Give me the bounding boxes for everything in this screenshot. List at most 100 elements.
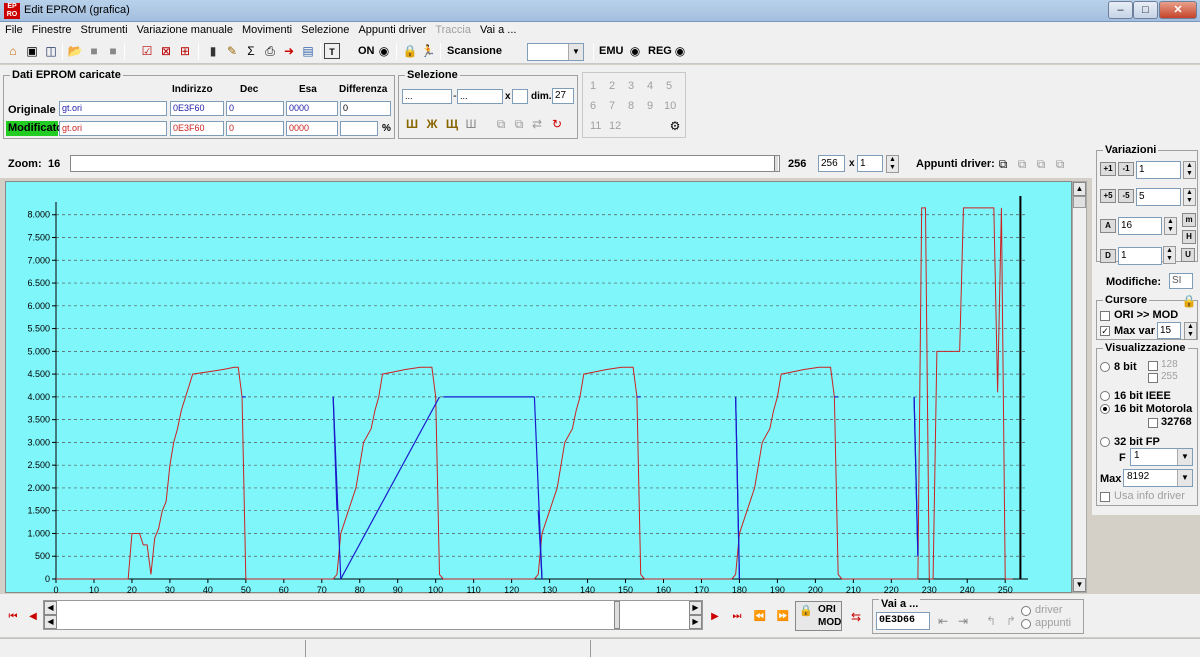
runner-icon[interactable]: 🏃 [420, 43, 436, 59]
originale-differenza-field[interactable]: 0 [340, 101, 391, 116]
bit8-radio[interactable] [1100, 362, 1110, 372]
select-left-icon[interactable]: Ш [404, 116, 420, 132]
hscroll-right-bottom-icon[interactable]: ▶ [689, 615, 702, 629]
num-11[interactable]: 11 [590, 120, 601, 132]
num-10[interactable]: 10 [664, 100, 676, 112]
menu-vai-a[interactable]: Vai a ... [475, 22, 520, 36]
hscroll-left-bottom-icon[interactable]: ◀ [44, 615, 57, 629]
maximize-button[interactable]: □ [1133, 1, 1158, 19]
select-h-icon[interactable]: Щ [444, 116, 460, 132]
opt32768-checkbox[interactable] [1148, 418, 1158, 428]
windows-icon[interactable]: ▣ [24, 43, 40, 59]
refresh-icon[interactable]: ↻ [549, 116, 565, 132]
variazione1-spinner[interactable]: ▲ ▼ [1183, 161, 1196, 179]
reg-icon[interactable]: ◉ [672, 43, 688, 59]
zoom-slider-thumb[interactable] [774, 156, 778, 171]
clip-paste-icon[interactable]: ⧉ [1014, 156, 1030, 172]
go-left-icon[interactable]: ⇤ [935, 613, 951, 629]
originale-dec-field[interactable]: 0 [226, 101, 284, 116]
swap-icon[interactable]: ⇆ [848, 609, 864, 625]
hscroll-thumb[interactable] [614, 601, 620, 629]
variazione4-field[interactable]: 1 [1118, 247, 1162, 265]
m-button[interactable]: m [1182, 213, 1196, 227]
minus5-button[interactable]: -5 [1118, 189, 1134, 203]
plot-area[interactable]: 0 500 1.000 1.500 2.000 2.500 3.000 3.500 4.000 4… [5, 181, 1072, 595]
select-clear-icon[interactable]: Ш [463, 116, 479, 132]
zoom-slider[interactable] [70, 155, 780, 172]
scan-select[interactable]: ▼ [527, 43, 584, 61]
max-var-spinner[interactable]: ▲ ▼ [1184, 322, 1197, 340]
plus1-button[interactable]: +1 [1100, 162, 1116, 176]
multiplier-field[interactable]: 1 [857, 155, 883, 172]
ieee-radio[interactable] [1100, 391, 1110, 401]
close-button[interactable]: ✕ [1159, 1, 1197, 19]
multiplier-spinner[interactable]: ▲ ▼ [886, 155, 899, 173]
scroll-up-icon[interactable]: ▲ [1073, 182, 1086, 196]
originale-file-field[interactable]: gt.ori [59, 101, 167, 116]
chip-icon[interactable]: ▮ [205, 43, 221, 59]
clip-merge-icon[interactable]: ⧉ [1033, 156, 1049, 172]
horizontal-scrollbar[interactable]: ◀ ◀ ▶ ▶ [43, 600, 703, 630]
calculator-icon[interactable]: ⚙ [667, 118, 683, 134]
select-cross-icon[interactable]: Ж [424, 116, 440, 132]
modificato-file-field[interactable]: gt.ori [59, 121, 167, 136]
originale-indirizzo-field[interactable]: 0E3F60 [170, 101, 224, 116]
open-folder-icon[interactable]: 📂 [67, 43, 83, 59]
scroll-thumb[interactable] [1073, 196, 1086, 208]
fp32-radio[interactable] [1100, 437, 1110, 447]
usa-info-checkbox[interactable] [1100, 492, 1110, 502]
menu-appunti-driver[interactable]: Appunti driver [353, 22, 430, 36]
appunti-radio[interactable] [1021, 619, 1031, 629]
selection-start-field[interactable]: ... [402, 89, 452, 104]
forward-icon[interactable]: ⏩ [775, 609, 791, 625]
a-button[interactable]: A [1100, 219, 1116, 233]
last-icon[interactable]: ⏭ [729, 609, 745, 625]
f-select[interactable]: 1 ▼ [1130, 448, 1193, 466]
h-button[interactable]: H [1182, 230, 1196, 244]
variazione3-spinner[interactable]: ▲ ▼ [1164, 217, 1177, 235]
target-icon[interactable]: ◉ [376, 43, 392, 59]
first-icon[interactable]: ⏮ [5, 609, 21, 625]
save-icon[interactable]: ■ [86, 43, 102, 59]
num-9[interactable]: 9 [647, 100, 653, 112]
menu-strumenti[interactable]: Strumenti [75, 22, 131, 36]
zoom-field[interactable]: 256 [818, 155, 845, 172]
menu-selezione[interactable]: Selezione [296, 22, 353, 36]
emu-icon[interactable]: ◉ [627, 43, 643, 59]
vai-a-field[interactable]: 0E3D66 [876, 612, 930, 630]
sum-icon[interactable]: Σ [243, 43, 259, 59]
vertical-scrollbar[interactable]: ▲ ▼ [1072, 181, 1087, 593]
opt128-checkbox[interactable] [1148, 361, 1158, 371]
originale-esa-field[interactable]: 0000 [286, 101, 338, 116]
num-1[interactable]: 1 [590, 80, 596, 92]
menu-finestre[interactable]: Finestre [27, 22, 76, 36]
scroll-down-icon[interactable]: ▼ [1073, 578, 1086, 592]
home-icon[interactable]: ⌂ [5, 43, 21, 59]
chart-icon[interactable]: ▤ [300, 43, 316, 59]
max-var-field[interactable]: 15 [1157, 322, 1181, 339]
swap-sel-icon[interactable]: ⇄ [529, 116, 545, 132]
arrow-icon[interactable]: ➜ [281, 43, 297, 59]
opt255-checkbox[interactable] [1148, 373, 1158, 383]
ori-mod-checkbox[interactable] [1100, 311, 1110, 321]
num-6[interactable]: 6 [590, 100, 596, 112]
lock-icon[interactable]: 🔒 [402, 43, 418, 59]
modificato-esa-field[interactable]: 0000 [286, 121, 338, 136]
plus5-button[interactable]: +5 [1100, 189, 1116, 203]
num-4[interactable]: 4 [647, 80, 653, 92]
num-2[interactable]: 2 [609, 80, 615, 92]
table-icon[interactable]: ⊞ [177, 43, 193, 59]
modificato-indirizzo-field[interactable]: 0E3F60 [170, 121, 224, 136]
variazione2-spinner[interactable]: ▲ ▼ [1183, 188, 1196, 206]
num-5[interactable]: 5 [666, 80, 672, 92]
num-3[interactable]: 3 [628, 80, 634, 92]
copy-sel-icon[interactable]: ⧉ [493, 116, 509, 132]
variazione3-field[interactable]: 16 [1118, 217, 1162, 235]
num-8[interactable]: 8 [628, 100, 634, 112]
rewind-icon[interactable]: ⏪ [752, 609, 768, 625]
motorola-radio[interactable] [1100, 404, 1110, 414]
cursor-lock-icon[interactable]: 🔒 [1181, 293, 1197, 309]
window-icon[interactable]: ◫ [43, 43, 59, 59]
paste-sel-icon[interactable]: ⧉ [511, 116, 527, 132]
clip-copy-icon[interactable]: ⧉ [995, 156, 1011, 172]
